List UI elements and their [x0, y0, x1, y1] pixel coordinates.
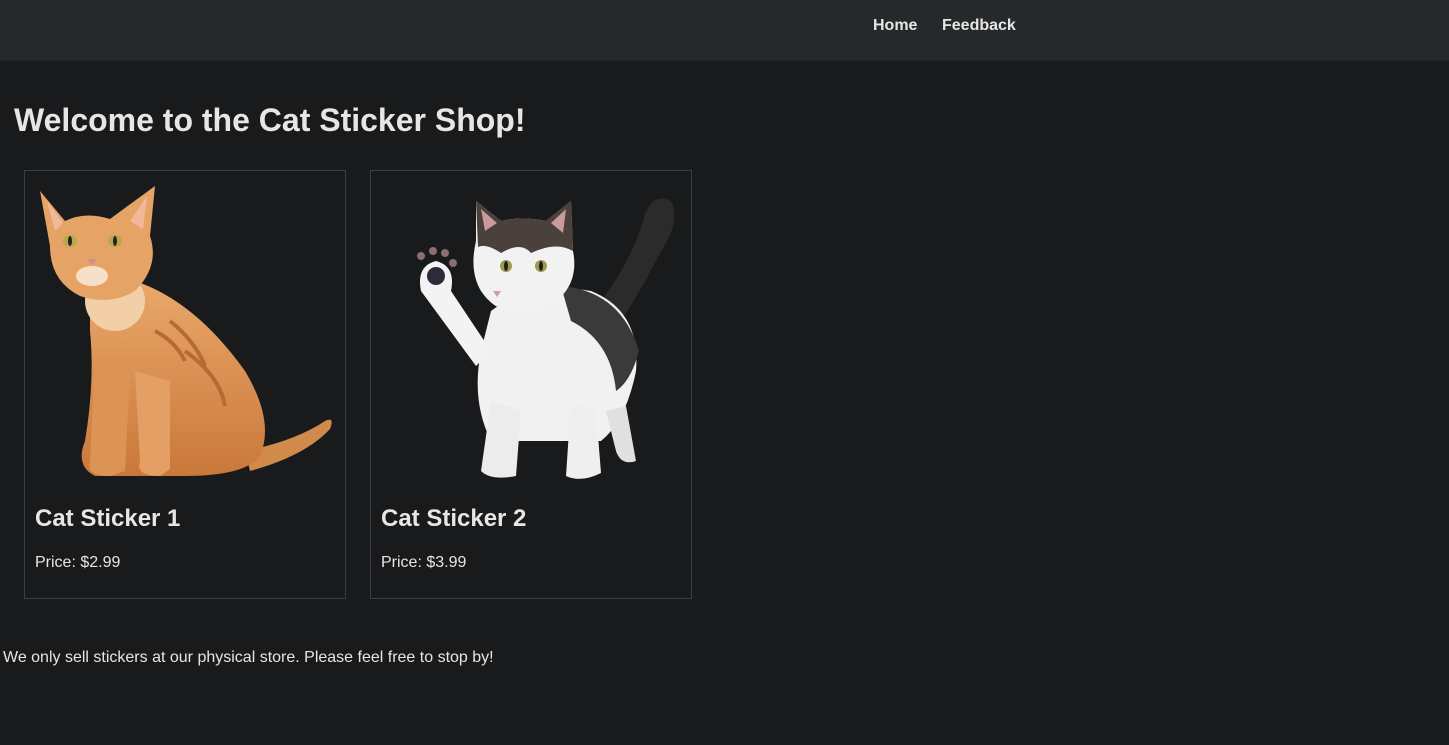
nav-link-feedback[interactable]: Feedback [942, 17, 1016, 35]
product-title: Cat Sticker 2 [381, 505, 527, 532]
product-price: Price: $3.99 [381, 554, 467, 571]
store-notice: We only sell stickers at our physical st… [3, 649, 494, 666]
product-card-2: Cat Sticker 2 Price: $3.99 [370, 170, 692, 599]
black-white-kitten-image [417, 198, 675, 479]
product-title: Cat Sticker 1 [35, 505, 181, 532]
page-title: Welcome to the Cat Sticker Shop! [14, 102, 526, 138]
nav-link-home[interactable]: Home [873, 17, 917, 35]
orange-tabby-cat-image [40, 186, 332, 476]
product-card-1: Cat Sticker 1 Price: $2.99 [24, 170, 346, 599]
product-price: Price: $2.99 [35, 554, 121, 571]
top-navbar: Home Feedback [0, 0, 1449, 61]
